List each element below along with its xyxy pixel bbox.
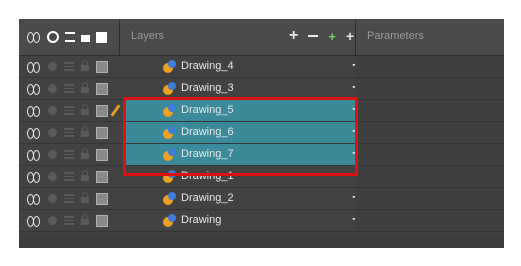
- parameters-cell: [355, 78, 504, 99]
- layer-color-swatch[interactable]: [96, 192, 108, 205]
- header-toggle-icons: [27, 29, 107, 45]
- solo-icon[interactable]: [48, 216, 57, 225]
- lock-icon[interactable]: [81, 214, 89, 225]
- layer-stack-icon[interactable]: [64, 172, 74, 181]
- layer-color-swatch[interactable]: [96, 82, 108, 95]
- layer-controls: [19, 188, 119, 209]
- solo-icon[interactable]: [48, 84, 57, 93]
- layer-stack-icon[interactable]: [64, 62, 74, 71]
- layer-cell[interactable]: Drawing_4 +: [123, 56, 361, 77]
- drawing-layer-icon: [163, 60, 176, 73]
- layer-stack-icon[interactable]: [64, 150, 74, 159]
- parameters-cell: [355, 144, 504, 165]
- layer-controls: [19, 210, 119, 231]
- visibility-icon[interactable]: [27, 105, 41, 117]
- layer-color-swatch[interactable]: [96, 170, 108, 183]
- parameters-cell: [355, 210, 504, 231]
- visibility-icon[interactable]: [27, 127, 41, 139]
- solo-icon[interactable]: [48, 194, 57, 203]
- lock-icon[interactable]: [81, 82, 89, 93]
- lock-all-icon[interactable]: [81, 34, 90, 42]
- layer-cell[interactable]: Drawing_3 +: [123, 78, 361, 99]
- layer-cell[interactable]: Drawing +: [123, 210, 361, 231]
- layer-controls: [19, 78, 119, 99]
- solo-icon[interactable]: [48, 150, 57, 159]
- layer-color-swatch[interactable]: [96, 126, 108, 139]
- params-divider: [355, 19, 356, 55]
- layer-stack-icon[interactable]: [64, 216, 74, 225]
- layer-row[interactable]: Drawing_2 +: [19, 188, 504, 210]
- layer-controls: [19, 144, 119, 165]
- lock-icon[interactable]: [81, 60, 89, 71]
- layer-controls: [19, 166, 119, 187]
- add-peg-icon[interactable]: +: [328, 30, 336, 43]
- remove-layer-icon[interactable]: [308, 35, 319, 37]
- visibility-icon[interactable]: [27, 171, 41, 183]
- parameters-cell: [355, 56, 504, 77]
- visibility-icon[interactable]: [27, 83, 41, 95]
- layer-name[interactable]: Drawing_2: [181, 192, 234, 204]
- layer-stack-icon[interactable]: [64, 128, 74, 137]
- header-divider: [119, 19, 120, 55]
- layer-stack-icon[interactable]: [64, 194, 74, 203]
- layer-stack-icon[interactable]: [65, 32, 75, 42]
- visibility-icon[interactable]: [27, 193, 41, 205]
- layers-header-label: Layers: [131, 30, 165, 42]
- color-swatch-icon[interactable]: [96, 31, 107, 43]
- layer-tools: + + +: [289, 28, 354, 44]
- visibility-icon[interactable]: [27, 149, 41, 161]
- layer-stack-icon[interactable]: [64, 106, 74, 115]
- solo-icon[interactable]: [48, 172, 57, 181]
- drawing-layer-icon: [163, 214, 176, 227]
- layer-controls: [19, 56, 119, 77]
- solo-icon[interactable]: [48, 62, 57, 71]
- solo-icon[interactable]: [48, 128, 57, 137]
- visibility-icon[interactable]: [27, 215, 41, 227]
- selection-highlight-box: [123, 97, 358, 176]
- parameters-cell: [355, 166, 504, 187]
- layer-name[interactable]: Drawing: [181, 214, 221, 226]
- drawing-layer-icon: [163, 192, 176, 205]
- layer-stack-icon[interactable]: [64, 84, 74, 93]
- lock-icon[interactable]: [81, 170, 89, 181]
- solo-icon[interactable]: [47, 31, 59, 43]
- parameters-cell: [355, 122, 504, 143]
- visibility-icon[interactable]: [27, 61, 41, 73]
- lock-icon[interactable]: [81, 104, 89, 115]
- parameters-cell: [355, 100, 504, 121]
- layer-color-swatch[interactable]: [96, 60, 108, 73]
- layer-color-swatch[interactable]: [96, 214, 108, 227]
- timeline-bottom-bar: [19, 238, 504, 248]
- lock-icon[interactable]: [81, 148, 89, 159]
- layer-name[interactable]: Drawing_4: [181, 60, 234, 72]
- parameters-header-label: Parameters: [367, 30, 424, 42]
- timeline-header: Layers + + + Parameters: [19, 19, 504, 56]
- layer-cell[interactable]: Drawing_2 +: [123, 188, 361, 209]
- layer-color-swatch[interactable]: [96, 148, 108, 161]
- drawing-layer-icon: [163, 82, 176, 95]
- parameters-cell: [355, 188, 504, 209]
- layer-color-swatch[interactable]: [96, 104, 108, 117]
- lock-icon[interactable]: [81, 126, 89, 137]
- add-layer-icon[interactable]: +: [289, 28, 298, 44]
- solo-icon[interactable]: [48, 106, 57, 115]
- layer-row[interactable]: Drawing +: [19, 210, 504, 232]
- lock-icon[interactable]: [81, 192, 89, 203]
- layer-controls: [19, 100, 119, 121]
- layer-controls: [19, 122, 119, 143]
- layer-row[interactable]: Drawing_4 +: [19, 56, 504, 78]
- layer-name[interactable]: Drawing_3: [181, 82, 234, 94]
- show-all-icon[interactable]: [27, 32, 41, 43]
- add-drawing-icon[interactable]: +: [346, 29, 354, 43]
